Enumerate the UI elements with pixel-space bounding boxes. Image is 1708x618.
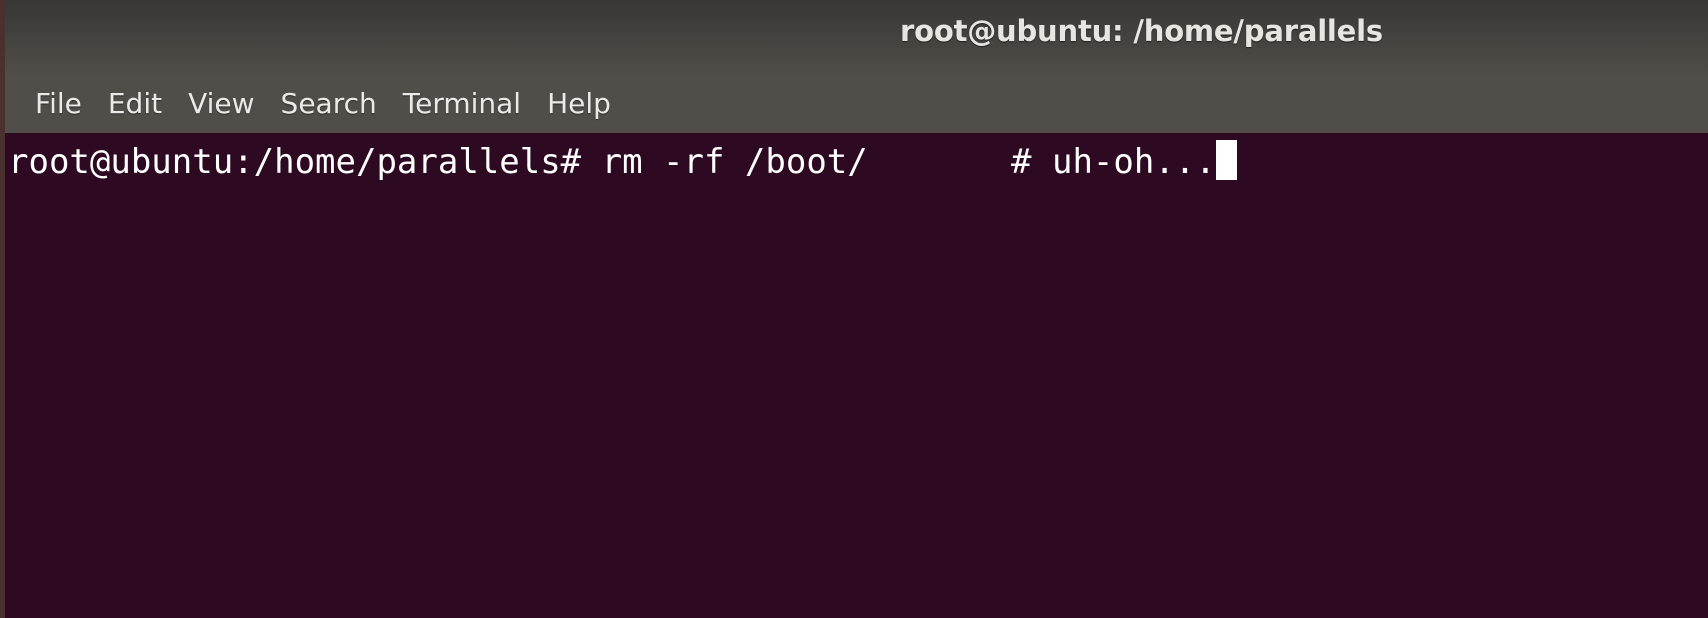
command-gap: [868, 142, 1011, 182]
menu-item-edit[interactable]: Edit: [95, 86, 175, 122]
shell-prompt: root@ubuntu:/home/parallels#: [8, 142, 582, 182]
terminal-line: root@ubuntu:/home/parallels# rm -rf /boo…: [8, 140, 1237, 184]
title-bar[interactable]: root@ubuntu: /home/parallels: [5, 0, 1708, 74]
menu-item-terminal[interactable]: Terminal: [390, 86, 534, 122]
menu-item-view[interactable]: View: [175, 86, 267, 122]
block-cursor-icon: [1215, 140, 1237, 180]
inline-comment: # uh-oh...: [1011, 142, 1216, 182]
menu-item-help[interactable]: Help: [534, 86, 624, 122]
terminal-window: root@ubuntu: /home/parallels File Edit V…: [0, 0, 1708, 618]
command-text: rm -rf /boot/: [581, 142, 868, 182]
menu-item-file[interactable]: File: [22, 86, 95, 122]
menu-item-search[interactable]: Search: [268, 86, 390, 122]
menu-bar: File Edit View Search Terminal Help: [5, 74, 1708, 133]
terminal-output-area[interactable]: root@ubuntu:/home/parallels# rm -rf /boo…: [5, 133, 1708, 618]
window-title: root@ubuntu: /home/parallels: [900, 14, 1383, 48]
